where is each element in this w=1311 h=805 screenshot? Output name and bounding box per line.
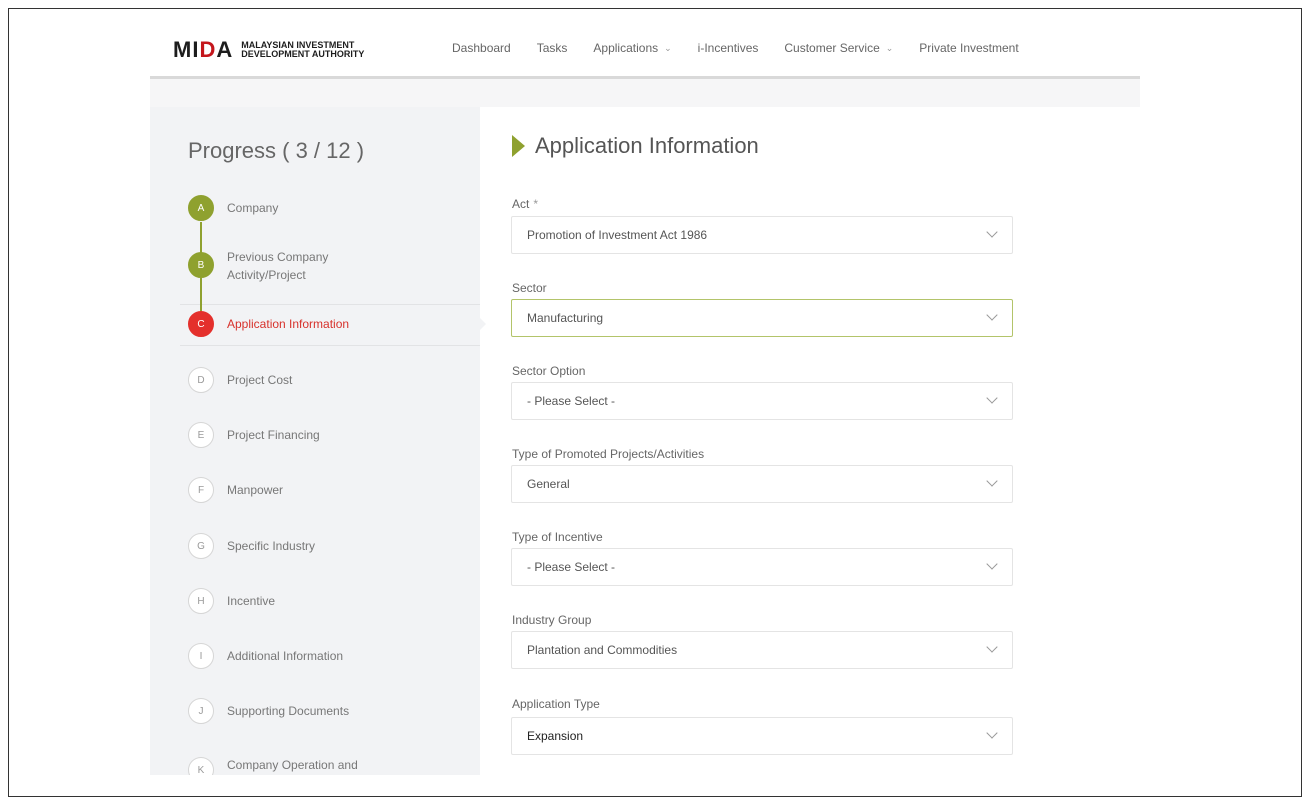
label-text: Type of Incentive [512, 530, 603, 544]
type-of-incentive-select[interactable]: - Please Select - [511, 548, 1013, 586]
label-text: Act [512, 197, 530, 211]
step-label: Manpower [227, 483, 284, 497]
progress-title: Progress ( 3 / 12 ) [188, 138, 365, 163]
nav-label: Applications [593, 41, 659, 55]
nav-label: Dashboard [452, 41, 511, 55]
label-text: Sector Option [512, 364, 586, 378]
logo-mark-d: D [199, 37, 217, 62]
mida-logo[interactable]: MIDA MALAYSIAN INVESTMENT DEVELOPMENT AU… [173, 37, 364, 63]
application-type-select[interactable]: Expansion [511, 717, 1013, 755]
step-label: Additional Information [227, 649, 344, 663]
nav-i-incentives[interactable]: i-Incentives [698, 41, 759, 55]
industry-group-select[interactable]: Plantation and Commodities [511, 631, 1013, 669]
subheader-strip [150, 79, 1140, 107]
step-label: Incentive [227, 594, 276, 608]
logo-mark: MIDA [173, 37, 233, 63]
step-marker: H [188, 588, 214, 614]
nav-label: Tasks [536, 41, 568, 55]
nav-dashboard[interactable]: Dashboard [452, 41, 511, 55]
step-marker: G [188, 533, 214, 559]
chevron-down-icon [986, 558, 998, 570]
promoted-projects-select[interactable]: General [511, 465, 1013, 503]
step-marker: D [188, 367, 214, 393]
step-marker: F [188, 477, 214, 503]
step-marker: B [188, 252, 214, 278]
select-value: Manufacturing [527, 311, 604, 325]
top-nav: Dashboard Tasks Applications ⌄ i-Incentiv… [452, 41, 1019, 55]
chevron-right-icon [512, 135, 525, 157]
step-label: Project Cost [227, 373, 293, 387]
step-project-financing[interactable]: E Project Financing [188, 422, 320, 448]
step-specific-industry[interactable]: G Specific Industry [188, 533, 315, 559]
field-label-promoted-projects: Type of Promoted Projects/Activities [512, 447, 704, 461]
sector-option-select[interactable]: - Please Select - [511, 382, 1013, 420]
field-label-sector: Sector [512, 281, 547, 295]
nav-label: Private Investment [919, 41, 1019, 55]
label-text: Application Type [512, 697, 600, 711]
step-label: Specific Industry [227, 539, 316, 553]
step-label: Previous Company Activity/Project [227, 250, 329, 282]
active-step-notch [478, 316, 486, 332]
step-supporting-documents[interactable]: J Supporting Documents [188, 698, 349, 724]
step-marker: K [188, 757, 214, 775]
chevron-down-icon [986, 475, 998, 487]
step-label: Application Information [227, 317, 350, 331]
label-text: Sector [512, 281, 547, 295]
select-value: Plantation and Commodities [527, 643, 678, 657]
required-marker: * [533, 197, 539, 211]
step-company-operation[interactable]: K Company Operation and [188, 757, 358, 775]
step-application-information[interactable]: C Application Information [188, 311, 349, 337]
logo-text: MALAYSIAN INVESTMENT DEVELOPMENT AUTHORI… [241, 41, 364, 59]
step-marker: C [188, 311, 214, 337]
field-label-sector-option: Sector Option [512, 364, 585, 378]
section-title: Application Information [512, 133, 759, 159]
nav-tasks[interactable]: Tasks [537, 41, 568, 55]
field-label-type-of-incentive: Type of Incentive [512, 530, 603, 544]
select-value: Promotion of Investment Act 1986 [527, 228, 708, 242]
step-marker: A [188, 195, 214, 221]
nav-label: i-Incentives [697, 41, 759, 55]
step-additional-information[interactable]: I Additional Information [188, 643, 343, 669]
logo-mark-mi: MI [173, 37, 200, 62]
step-previous-company-activity[interactable]: B Previous Company Activity/Project [188, 250, 357, 284]
step-label: Project Financing [227, 428, 320, 442]
step-company[interactable]: A Company [188, 195, 278, 221]
act-select[interactable]: Promotion of Investment Act 1986 [511, 216, 1013, 254]
field-label-industry-group: Industry Group [512, 613, 591, 627]
logo-mark-a: A [216, 37, 234, 62]
step-label: Company [227, 201, 279, 215]
label-text: Type of Promoted Projects/Activities [512, 447, 705, 461]
sector-select[interactable]: Manufacturing [511, 299, 1013, 337]
select-value: - Please Select - [527, 560, 616, 574]
select-value: General [527, 477, 570, 491]
nav-applications[interactable]: Applications ⌄ [593, 41, 671, 55]
label-text: Industry Group [512, 613, 592, 627]
field-label-act: Act * [512, 197, 538, 211]
step-manpower[interactable]: F Manpower [188, 477, 283, 503]
chevron-down-icon [986, 309, 998, 321]
chevron-down-icon [986, 392, 998, 404]
section-title-text: Application Information [535, 133, 759, 158]
select-value: - Please Select - [527, 394, 616, 408]
logo-line-2: DEVELOPMENT AUTHORITY [241, 49, 365, 59]
nav-customer-service[interactable]: Customer Service ⌄ [784, 41, 893, 55]
chevron-down-icon [986, 727, 998, 739]
field-label-application-type: Application Type [512, 697, 600, 711]
chevron-down-icon: ⌄ [664, 42, 672, 53]
step-marker: E [188, 422, 214, 448]
step-label: Supporting Documents [227, 704, 350, 718]
chevron-down-icon [986, 226, 998, 238]
step-marker: I [188, 643, 214, 669]
nav-private-investment[interactable]: Private Investment [919, 41, 1018, 55]
step-label: Company Operation and [227, 758, 358, 772]
chevron-down-icon: ⌄ [885, 42, 894, 53]
chevron-down-icon [986, 641, 998, 653]
step-incentive[interactable]: H Incentive [188, 588, 275, 614]
select-value: Expansion [527, 729, 584, 743]
nav-label: Customer Service [784, 41, 880, 55]
step-project-cost[interactable]: D Project Cost [188, 367, 292, 393]
step-marker: J [188, 698, 214, 724]
